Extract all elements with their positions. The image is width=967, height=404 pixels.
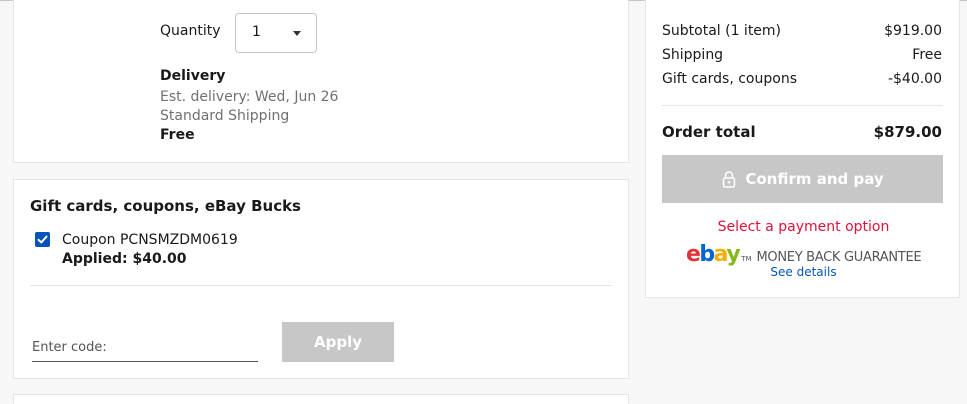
trademark: TM xyxy=(741,255,752,263)
checkmark-icon xyxy=(37,235,48,244)
shipping-label: Shipping xyxy=(662,47,724,63)
order-summary-card: Subtotal (1 item) $919.00 Shipping Free … xyxy=(645,0,960,298)
est-delivery: Est. delivery: Wed, Jun 26 xyxy=(160,89,339,105)
coupon-checkbox[interactable] xyxy=(35,232,50,247)
chevron-down-icon xyxy=(293,31,301,36)
coupon-code: Coupon PCNSMZDM0619 xyxy=(62,232,238,248)
confirm-and-pay-label: Confirm and pay xyxy=(745,170,884,188)
subtotal-row: Subtotal (1 item) $919.00 xyxy=(662,23,942,39)
coupon-applied-amount: Applied: $40.00 xyxy=(62,251,187,267)
see-details-link[interactable]: See details xyxy=(646,265,961,279)
delivery-title: Delivery xyxy=(160,68,226,84)
apply-button[interactable]: Apply xyxy=(282,322,394,362)
money-back-guarantee: ebay TM MONEY BACK GUARANTEE xyxy=(686,242,922,267)
summary-divider xyxy=(662,105,943,106)
payment-warning: Select a payment option xyxy=(717,219,890,235)
guarantee-text: MONEY BACK GUARANTEE xyxy=(756,250,922,265)
coupons-title: Gift cards, coupons, eBay Bucks xyxy=(30,197,301,215)
divider xyxy=(30,285,612,286)
coupon-code-input[interactable] xyxy=(32,328,258,362)
order-total-row: Order total $879.00 xyxy=(662,123,942,141)
ebay-logo: ebay xyxy=(686,242,741,267)
discount-row: Gift cards, coupons -$40.00 xyxy=(662,71,942,87)
discount-label: Gift cards, coupons xyxy=(662,71,797,87)
discount-value: -$40.00 xyxy=(887,71,942,87)
quantity-label: Quantity xyxy=(160,23,221,39)
order-total-value: $879.00 xyxy=(873,123,942,141)
quantity-value: 1 xyxy=(252,24,261,40)
shipping-value: Free xyxy=(912,47,942,63)
order-total-label: Order total xyxy=(662,123,756,141)
quantity-select[interactable]: 1 xyxy=(235,13,317,53)
shipping-cost: Free xyxy=(160,127,195,143)
coupons-card: Gift cards, coupons, eBay Bucks Coupon P… xyxy=(13,179,629,379)
shipping-method: Standard Shipping xyxy=(160,108,290,124)
subtotal-label: Subtotal (1 item) xyxy=(662,23,782,39)
subtotal-value: $919.00 xyxy=(884,23,942,39)
next-section-card xyxy=(13,394,629,404)
confirm-and-pay-button[interactable]: Confirm and pay xyxy=(662,155,943,203)
shipping-row: Shipping Free xyxy=(662,47,942,63)
lock-icon xyxy=(723,171,736,188)
item-card: Quantity 1 Delivery Est. delivery: Wed, … xyxy=(13,0,629,163)
